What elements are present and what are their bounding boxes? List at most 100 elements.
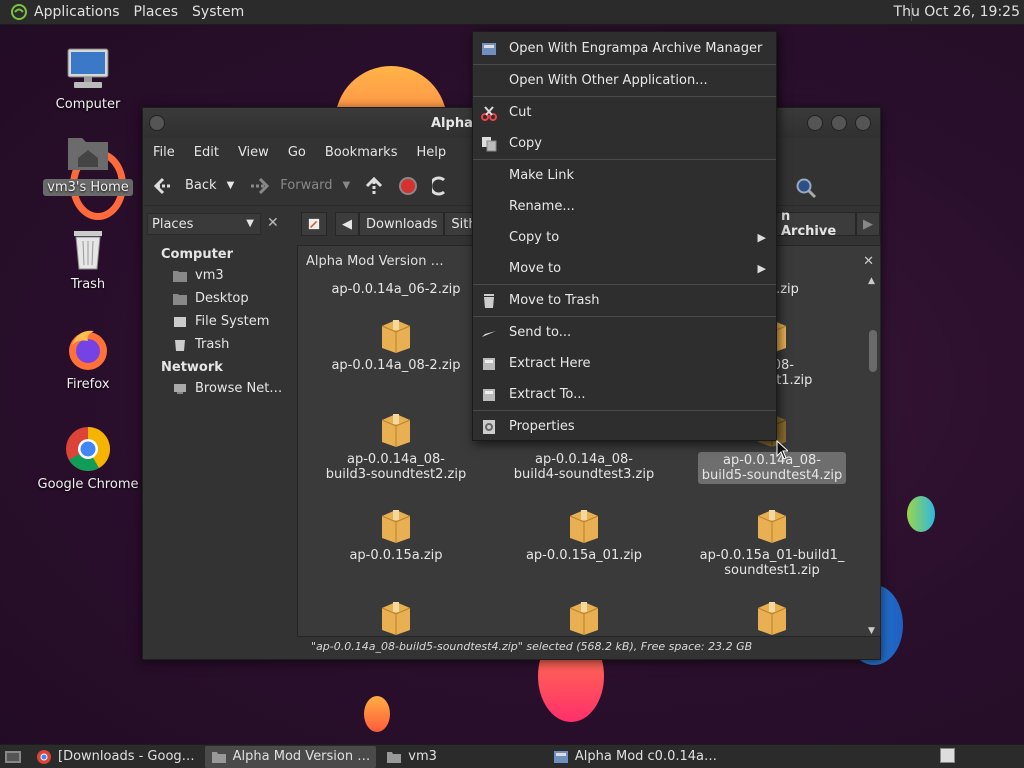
trash-icon: [481, 293, 497, 309]
scrollbar-thumb[interactable]: [869, 330, 877, 372]
back-button[interactable]: Back ▼: [153, 177, 234, 195]
menu-go[interactable]: Go: [288, 145, 306, 160]
breadcrumb-left-arrow[interactable]: ◀: [335, 212, 359, 236]
toggle-location-entry-button[interactable]: [301, 212, 327, 236]
desktop-icon-trash[interactable]: Trash: [33, 225, 143, 292]
status-text: "ap-0.0.14a_08-build5-soundtest4.zip" se…: [311, 640, 753, 653]
file-item[interactable]: ap-0.0.15a.zip: [308, 506, 484, 563]
applications-menu[interactable]: Applications: [34, 4, 120, 20]
close-sidebar-icon[interactable]: ✕: [267, 215, 279, 231]
stop-icon: [399, 176, 418, 195]
breadcrumb-current[interactable]: n Archive: [774, 209, 856, 239]
close-pane-icon[interactable]: ✕: [863, 254, 874, 269]
file-item[interactable]: ap-0.0.15a_01.zip: [496, 506, 672, 563]
menu-item-rename[interactable]: Rename...: [473, 191, 776, 222]
edit-icon: [308, 218, 320, 230]
wallpaper-blob: [907, 496, 935, 532]
zip-package-icon: [755, 598, 789, 636]
search-button[interactable]: [795, 177, 817, 199]
sidebar-item-vm3[interactable]: vm3: [147, 264, 291, 287]
menu-item-make-link[interactable]: Make Link: [473, 160, 776, 191]
sidebar-item-browse-network[interactable]: Browse Net…: [147, 377, 291, 400]
sidebar-item-desktop[interactable]: Desktop: [147, 287, 291, 310]
forward-dropdown-icon[interactable]: ▼: [343, 180, 351, 191]
breadcrumb: ◀ Downloads Sith: [301, 212, 484, 236]
vertical-scrollbar[interactable]: ▲ ▼: [868, 276, 878, 636]
stop-button[interactable]: [398, 176, 418, 196]
menu-item-label: Rename...: [509, 199, 575, 214]
desktop-icon-firefox[interactable]: Firefox: [33, 325, 143, 392]
taskbar-item-chrome[interactable]: [Downloads - Goog…: [30, 746, 201, 768]
desktop-icon-label: Trash: [70, 277, 106, 292]
menu-item-cut[interactable]: Cut: [473, 97, 776, 128]
menu-item-open-with-other[interactable]: Open With Other Application...: [473, 65, 776, 96]
menu-item-copy[interactable]: Copy: [473, 128, 776, 159]
minimize-button[interactable]: [807, 115, 823, 131]
taskbar-item-vm3[interactable]: vm3: [380, 746, 443, 768]
pane-title: Alpha Mod Version …: [306, 254, 444, 269]
menu-item-move-to-trash[interactable]: Move to Trash: [473, 285, 776, 316]
menu-item-move-to[interactable]: Move to ▶: [473, 253, 776, 284]
sidebar-item-file-system[interactable]: File System: [147, 310, 291, 333]
desktop-icon-computer[interactable]: Computer: [33, 45, 143, 112]
chrome-icon: [37, 749, 51, 764]
menu-view[interactable]: View: [238, 145, 269, 160]
taskbar-item-archive-manager[interactable]: Alpha Mod c0.0.14a…: [547, 746, 723, 768]
menu-item-properties[interactable]: Properties: [473, 411, 776, 442]
home-folder-icon: [173, 270, 187, 282]
close-button[interactable]: [855, 115, 871, 131]
search-icon: [796, 178, 817, 199]
menu-item-send-to[interactable]: Send to...: [473, 317, 776, 348]
menu-bookmarks[interactable]: Bookmarks: [325, 145, 398, 160]
up-button[interactable]: [364, 176, 384, 196]
clock[interactable]: Thu Oct 26, 19:25: [894, 4, 1020, 20]
menu-item-open-with-engrampa[interactable]: Open With Engrampa Archive Manager: [473, 33, 776, 64]
breadcrumb-right-arrow[interactable]: ▶: [856, 212, 880, 236]
menu-item-extract-to[interactable]: Extract To...: [473, 379, 776, 410]
menu-item-label: Move to: [509, 261, 562, 276]
status-bar: "ap-0.0.14a_08-build5-soundtest4.zip" se…: [297, 634, 881, 659]
sidebar-item-label: Browse Net…: [195, 381, 283, 396]
menu-edit[interactable]: Edit: [194, 145, 219, 160]
breadcrumb-downloads[interactable]: Downloads: [359, 212, 445, 236]
back-dropdown-icon[interactable]: ▼: [227, 180, 235, 191]
desktop-icon-home[interactable]: vm3's Home: [33, 128, 143, 196]
file-item[interactable]: ap-0.0.14a_06-2.zip: [308, 282, 484, 297]
menu-help[interactable]: Help: [416, 145, 446, 160]
scroll-up-icon[interactable]: ▲: [868, 276, 875, 286]
forward-button[interactable]: Forward ▼: [248, 177, 350, 195]
window-menu-button[interactable]: [149, 115, 165, 131]
system-menu[interactable]: System: [192, 4, 244, 20]
menu-item-extract-here[interactable]: Extract Here: [473, 348, 776, 379]
file-item[interactable]: ap-0.0.14a_08-2.zip: [308, 316, 484, 373]
firefox-icon: [64, 325, 112, 373]
maximize-button[interactable]: [831, 115, 847, 131]
sidebar-item-trash[interactable]: Trash: [147, 333, 291, 356]
file-item[interactable]: ap-0.0.14a_08- build4-soundtest3.zip: [496, 452, 672, 482]
workspace-switcher[interactable]: [940, 748, 955, 763]
back-label: Back: [185, 178, 217, 193]
places-dropdown-label: Places: [152, 216, 194, 232]
reload-button[interactable]: [432, 176, 446, 196]
menu-item-label: Copy to: [509, 230, 560, 245]
file-item[interactable]: ap-0.0.14a_08- build3-soundtest2.zip: [308, 410, 484, 482]
desktop-icon-chrome[interactable]: Google Chrome: [33, 425, 143, 492]
menu-file[interactable]: File: [153, 145, 175, 160]
mate-logo-icon[interactable]: [8, 3, 30, 21]
taskbar-item-file-manager[interactable]: Alpha Mod Version …: [204, 745, 377, 768]
submenu-arrow-icon: ▶: [757, 262, 766, 275]
places-menu[interactable]: Places: [134, 4, 179, 20]
properties-icon: [481, 419, 497, 435]
show-desktop-button[interactable]: [0, 746, 26, 768]
file-item[interactable]: ap-0.0.15a_01-build1_ soundtest1.zip: [684, 506, 860, 578]
scissors-icon: [481, 105, 497, 121]
menu-item-label: Move to Trash: [509, 293, 600, 308]
computer-icon: [64, 45, 112, 93]
archive-icon: [553, 750, 568, 763]
desktop-icon-label: Firefox: [66, 377, 110, 392]
menu-item-label: Send to...: [509, 325, 572, 340]
taskbar-item-label: [Downloads - Goog…: [58, 749, 195, 764]
places-dropdown[interactable]: Places ▼: [147, 213, 261, 235]
menu-item-copy-to[interactable]: Copy to ▶: [473, 222, 776, 253]
network-icon: [173, 383, 187, 395]
